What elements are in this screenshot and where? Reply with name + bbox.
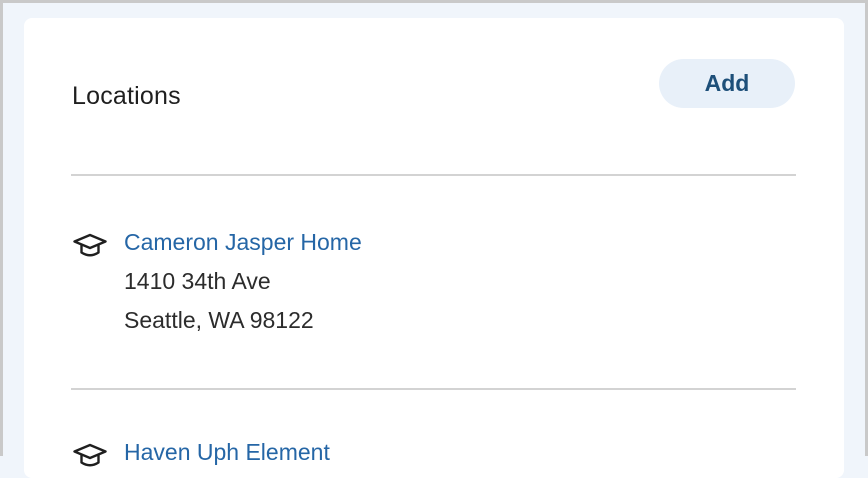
add-location-button[interactable]: Add	[659, 59, 795, 108]
divider	[71, 174, 796, 176]
location-name-link[interactable]: Haven Uph Element	[124, 439, 330, 466]
address-line-2: Seattle, WA 98122	[124, 307, 314, 333]
graduation-cap-icon	[72, 232, 108, 260]
location-item: Cameron Jasper Home 1410 34th Ave Seattl…	[72, 224, 772, 334]
locations-card: Locations Add Cameron Jasper Home 1410 3…	[24, 18, 844, 478]
address-line-1: 1410 34th Ave	[124, 268, 271, 294]
graduation-cap-icon	[72, 442, 108, 470]
divider	[71, 388, 796, 390]
location-item: Haven Uph Element	[72, 434, 772, 478]
location-name-link[interactable]: Cameron Jasper Home	[124, 229, 362, 256]
card-title: Locations	[72, 82, 181, 110]
